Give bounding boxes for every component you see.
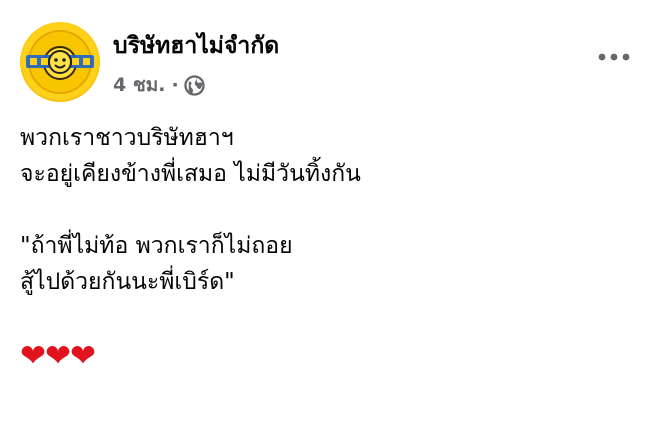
- message-spacer: [20, 300, 640, 336]
- more-options-icon: [598, 53, 630, 61]
- globe-icon[interactable]: [184, 74, 205, 96]
- message-line-5: สู้ไปด้วยกันนะพี่เบิร์ด": [20, 269, 235, 295]
- post-timestamp[interactable]: 4 ชม.: [113, 70, 165, 100]
- heart-emojis: ❤❤❤: [20, 338, 96, 374]
- facebook-post: บริษัทฮาไม่จำกัด 4 ชม. · พวกเราชาวบริษัท…: [0, 0, 656, 427]
- meta-separator: ·: [171, 74, 179, 96]
- post-meta: 4 ชม. ·: [113, 72, 205, 98]
- message-line-4: "ถ้าพี่ไม่ท้อ พวกเราก็ไม่ถอย: [20, 233, 293, 259]
- post-header: บริษัทฮาไม่จำกัด 4 ชม. ·: [20, 20, 640, 102]
- page-name-link[interactable]: บริษัทฮาไม่จำกัด: [113, 31, 279, 61]
- message-line-1: พวกเราชาวบริษัทฮาฯ: [20, 125, 234, 151]
- more-options-button[interactable]: [594, 44, 634, 70]
- post-message: พวกเราชาวบริษัทฮาฯ จะอยู่เคียงข้างพี่เสม…: [20, 120, 640, 376]
- page-avatar[interactable]: [20, 22, 100, 102]
- message-line-3: [20, 192, 640, 228]
- avatar-logo-icon: [22, 24, 98, 100]
- message-line-2: จะอยู่เคียงข้างพี่เสมอ ไม่มีวันทิ้งกัน: [20, 161, 361, 187]
